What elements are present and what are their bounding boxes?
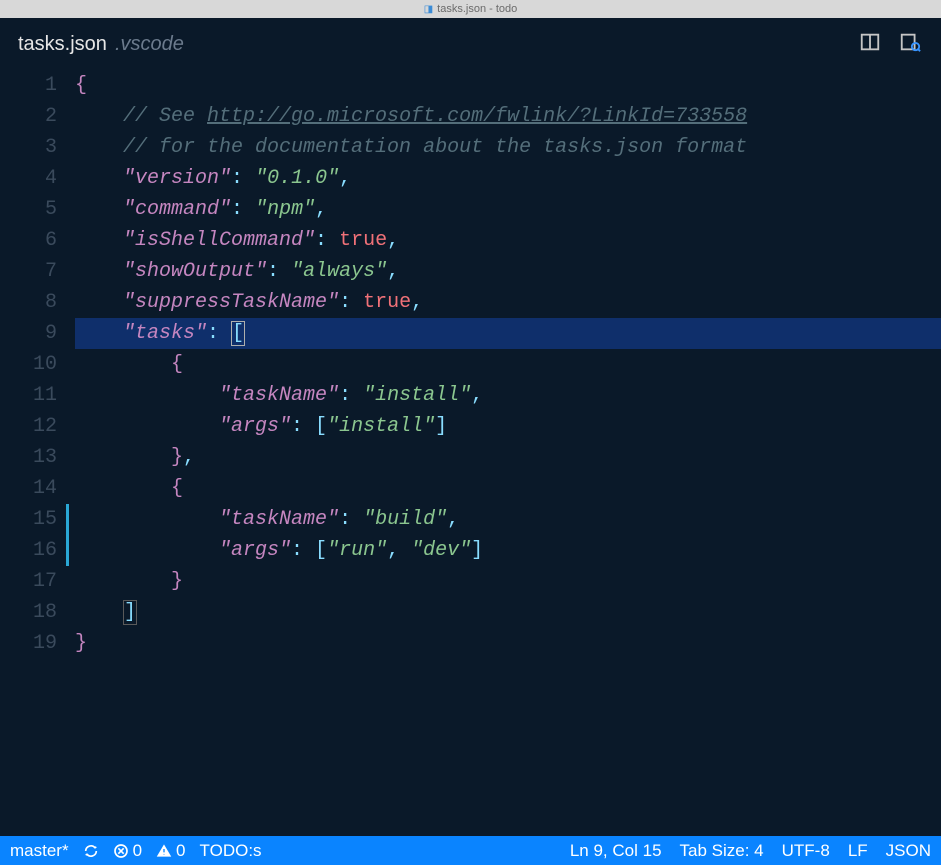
code-line[interactable]: ] [75, 597, 941, 628]
tab-filename[interactable]: tasks.json [18, 33, 107, 56]
warnings-value: 0 [176, 841, 185, 861]
code-content[interactable]: { // See http://go.microsoft.com/fwlink/… [75, 70, 941, 836]
tab-actions [859, 31, 921, 58]
cursor: [ [231, 321, 245, 346]
line-number: 1 [0, 70, 57, 101]
language-mode[interactable]: JSON [886, 841, 931, 861]
line-number: 7 [0, 256, 57, 287]
cursor-position[interactable]: Ln 9, Col 15 [570, 841, 662, 861]
line-number-gutter: 12345678910111213141516171819 [0, 70, 75, 836]
code-line[interactable]: "version": "0.1.0", [75, 163, 941, 194]
line-number: 17 [0, 566, 57, 597]
line-number: 4 [0, 163, 57, 194]
todos-button[interactable]: TODO:s [200, 841, 262, 861]
errors-count[interactable]: 0 [113, 841, 142, 861]
window-title: tasks.json - todo [437, 3, 517, 15]
git-branch[interactable]: master* [10, 841, 69, 861]
line-number: 13 [0, 442, 57, 473]
code-line[interactable]: "args": ["run", "dev"] [75, 535, 941, 566]
code-line[interactable]: "suppressTaskName": true, [75, 287, 941, 318]
tab-folder: .vscode [115, 33, 184, 56]
line-number: 10 [0, 349, 57, 380]
code-line[interactable]: "command": "npm", [75, 194, 941, 225]
code-editor[interactable]: 12345678910111213141516171819 { // See h… [0, 70, 941, 836]
code-line[interactable]: } [75, 566, 941, 597]
code-line[interactable]: { [75, 349, 941, 380]
status-bar: master* 0 0 TODO:s Ln 9, Col 15 Tab Size… [0, 836, 941, 865]
tab-size[interactable]: Tab Size: 4 [680, 841, 764, 861]
code-line[interactable]: { [75, 70, 941, 101]
line-number: 9 [0, 318, 57, 349]
code-line[interactable]: { [75, 473, 941, 504]
todos-label: TODO:s [200, 841, 262, 861]
code-line[interactable]: // for the documentation about the tasks… [75, 132, 941, 163]
warnings-count[interactable]: 0 [156, 841, 185, 861]
line-number: 14 [0, 473, 57, 504]
line-number: 18 [0, 597, 57, 628]
code-line[interactable]: }, [75, 442, 941, 473]
git-branch-label: master* [10, 841, 69, 861]
line-number: 11 [0, 380, 57, 411]
code-line[interactable]: "isShellCommand": true, [75, 225, 941, 256]
tab-bar: tasks.json .vscode [0, 18, 941, 70]
errors-value: 0 [133, 841, 142, 861]
line-number: 19 [0, 628, 57, 659]
line-number: 16 [0, 535, 57, 566]
preview-icon[interactable] [899, 31, 921, 58]
line-number: 12 [0, 411, 57, 442]
line-number: 15 [0, 504, 57, 535]
code-line[interactable]: "showOutput": "always", [75, 256, 941, 287]
code-line[interactable]: "taskName": "install", [75, 380, 941, 411]
os-titlebar: ◨ tasks.json - todo [0, 0, 941, 18]
git-modified-indicator [66, 504, 69, 535]
git-sync-icon[interactable] [83, 843, 99, 859]
line-number: 3 [0, 132, 57, 163]
code-line[interactable]: "args": ["install"] [75, 411, 941, 442]
code-line[interactable]: } [75, 628, 941, 659]
split-editor-icon[interactable] [859, 31, 881, 58]
eol[interactable]: LF [848, 841, 868, 861]
bracket-match: ] [123, 600, 137, 625]
line-number: 2 [0, 101, 57, 132]
code-line[interactable]: // See http://go.microsoft.com/fwlink/?L… [75, 101, 941, 132]
line-number: 6 [0, 225, 57, 256]
encoding[interactable]: UTF-8 [782, 841, 830, 861]
git-modified-indicator [66, 535, 69, 566]
code-line[interactable]: "tasks": [ [75, 318, 941, 349]
line-number: 8 [0, 287, 57, 318]
code-line[interactable]: "taskName": "build", [75, 504, 941, 535]
vscode-icon: ◨ [424, 4, 433, 15]
url-link[interactable]: http://go.microsoft.com/fwlink/?LinkId=7… [207, 105, 747, 128]
line-number: 5 [0, 194, 57, 225]
